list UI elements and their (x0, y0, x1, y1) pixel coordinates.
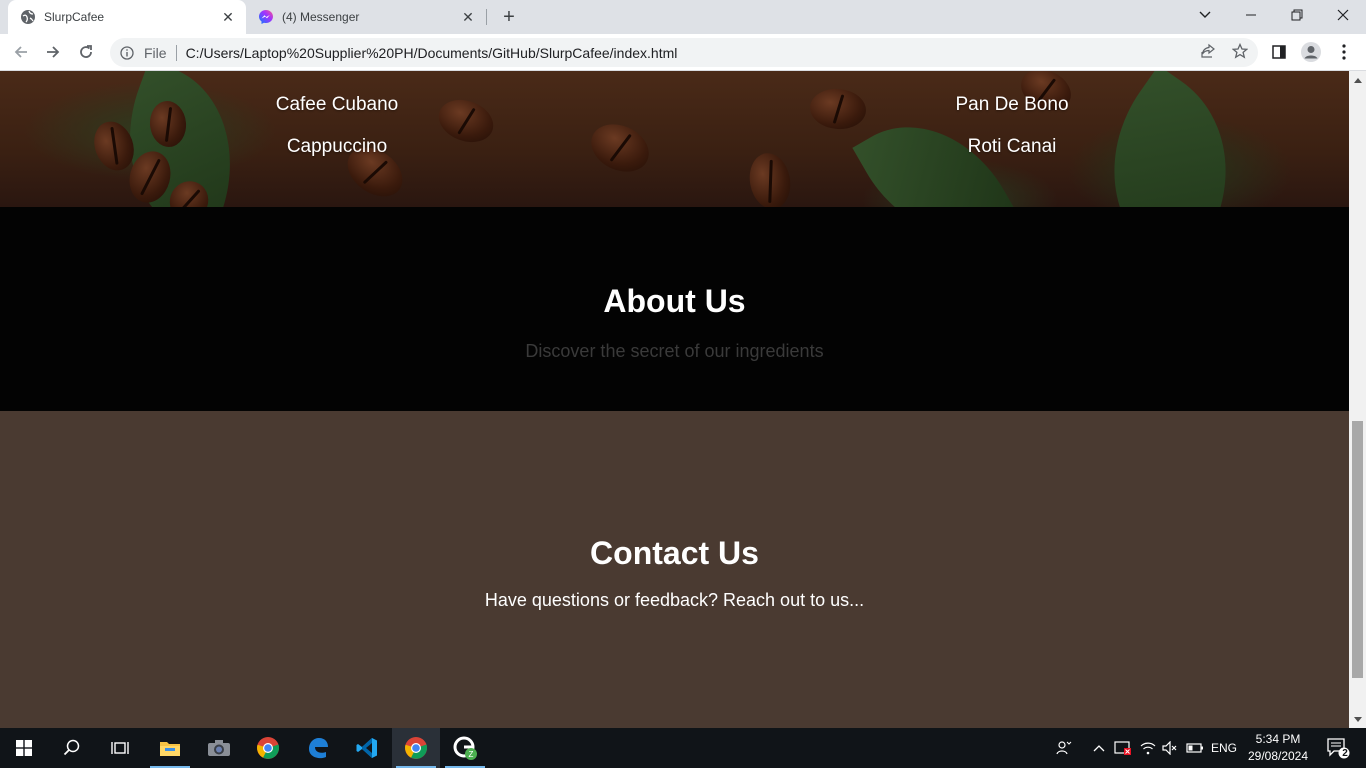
scroll-up-arrow-icon[interactable] (1349, 71, 1366, 88)
scrollbar-thumb[interactable] (1352, 421, 1363, 678)
contact-section: Contact Us Have questions or feedback? R… (0, 411, 1349, 728)
contact-heading: Contact Us (590, 535, 759, 571)
menu-item-cappuccino: Cappuccino (286, 136, 388, 157)
back-icon[interactable] (7, 38, 35, 66)
notification-center-icon[interactable]: 2 (1318, 728, 1358, 768)
profile-avatar-icon[interactable] (1297, 38, 1325, 66)
tab-strip: SlurpCafee ✕ (4) Messenger ✕ + (0, 0, 1366, 34)
side-panel-icon[interactable] (1265, 38, 1293, 66)
camera-icon[interactable] (195, 728, 243, 768)
menu-item-roti-canai: Roti Canai (967, 136, 1057, 157)
about-subtitle: Discover the secret of our ingredients (525, 341, 824, 361)
svg-text:Z: Z (469, 750, 474, 759)
search-icon[interactable] (48, 728, 96, 768)
info-icon[interactable] (119, 45, 135, 61)
browser-toolbar: File C:/Users/Laptop%20Supplier%20PH/Doc… (0, 34, 1366, 71)
menu-kebab-icon[interactable] (1330, 38, 1358, 66)
windows-taskbar: Z ENG 5:34 PM 29/08/2024 2 (0, 728, 1366, 768)
clock-time: 5:34 PM (1255, 732, 1301, 746)
about-section: About Us Discover the secret of our ingr… (0, 207, 1349, 411)
tab-separator (486, 9, 487, 25)
about-heading: About Us (603, 283, 746, 319)
volume-muted-icon[interactable] (1160, 728, 1180, 768)
tab-search-icon[interactable] (1182, 0, 1228, 30)
chrome-icon[interactable] (244, 728, 292, 768)
restore-icon[interactable] (1274, 0, 1320, 30)
new-tab-icon[interactable]: + (497, 5, 521, 29)
minimize-icon[interactable] (1228, 0, 1274, 30)
vscode-icon[interactable] (343, 728, 391, 768)
reload-icon[interactable] (72, 38, 100, 66)
notification-count-badge: 2 (1342, 748, 1348, 759)
menu-item-pan-de-bono: Pan De Bono (955, 94, 1069, 115)
file-explorer-icon[interactable] (146, 728, 194, 768)
scheme-label: File (144, 44, 167, 61)
close-tab-icon[interactable]: ✕ (218, 7, 238, 27)
bookmark-star-icon[interactable] (1228, 39, 1252, 63)
close-tab-icon[interactable]: ✕ (458, 7, 478, 27)
edge-icon[interactable] (294, 728, 342, 768)
battery-icon[interactable] (1185, 728, 1205, 768)
greenshot-icon[interactable]: Z (441, 728, 489, 768)
show-hidden-icons-chevron-icon[interactable] (1090, 728, 1108, 768)
address-bar[interactable]: File C:/Users/Laptop%20Supplier%20PH/Doc… (110, 38, 1258, 67)
language-indicator[interactable]: ENG (1208, 728, 1240, 768)
messenger-icon (258, 9, 274, 25)
tab-messenger[interactable]: (4) Messenger ✕ (246, 0, 486, 34)
wifi-icon[interactable] (1138, 728, 1158, 768)
page-scrollbar[interactable] (1349, 71, 1366, 728)
coffee-bean-image (745, 149, 795, 213)
share-icon[interactable] (1196, 39, 1220, 63)
tab-title: (4) Messenger (282, 10, 360, 24)
scroll-down-arrow-icon[interactable] (1349, 711, 1366, 728)
contact-text: Have questions or feedback? Reach out to… (484, 590, 865, 610)
people-icon[interactable] (1052, 728, 1076, 768)
coffee-bean-image (583, 115, 657, 181)
menu-hero-section: Cafee Cubano Cappuccino Pan De Bono Roti… (0, 71, 1349, 277)
menu-item-cafee-cubano: Cafee Cubano (275, 94, 399, 115)
forward-icon[interactable] (39, 38, 67, 66)
task-view-icon[interactable] (96, 728, 144, 768)
close-window-icon[interactable] (1320, 0, 1366, 30)
omnibox-divider (175, 44, 177, 61)
coffee-bean-image (808, 86, 868, 132)
globe-icon (20, 9, 36, 25)
url-text: C:/Users/Laptop%20Supplier%20PH/Document… (185, 44, 678, 61)
page-viewport: Cafee Cubano Cappuccino Pan De Bono Roti… (0, 71, 1349, 728)
tab-slurpcafee[interactable]: SlurpCafee ✕ (8, 0, 246, 34)
windows-start-icon[interactable] (0, 728, 48, 768)
clock-date: 29/08/2024 (1247, 749, 1309, 763)
security-warning-icon[interactable] (1113, 728, 1133, 768)
chrome-active-icon[interactable] (392, 728, 440, 768)
clock[interactable]: 5:34 PM 29/08/2024 (1244, 731, 1312, 765)
tab-title: SlurpCafee (44, 10, 105, 24)
